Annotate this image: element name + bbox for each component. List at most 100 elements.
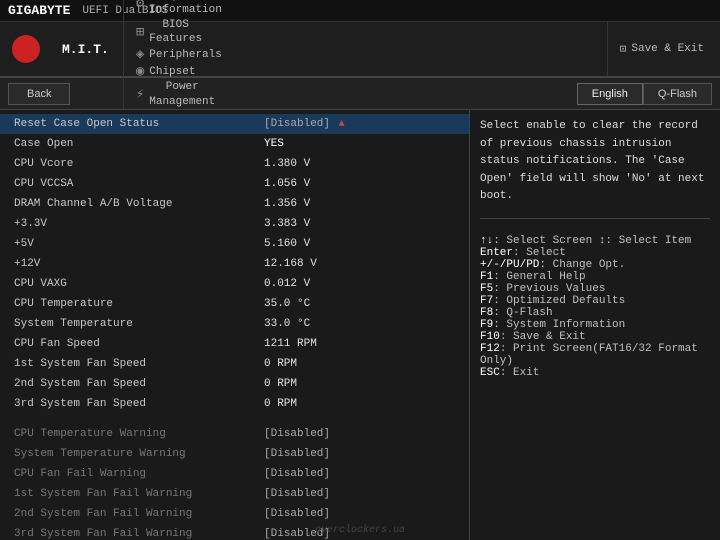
nav-item-peripherals[interactable]: ◈ Peripherals bbox=[123, 46, 234, 63]
shortcut-key: F8 bbox=[480, 307, 493, 319]
settings-panel: Reset Case Open Status [Disabled] ▲Case … bbox=[0, 110, 470, 540]
shortcut-desc: : System Information bbox=[493, 319, 625, 331]
setting-label: Reset Case Open Status bbox=[14, 118, 254, 130]
setting-label: +3.3V bbox=[14, 218, 254, 230]
shortcut-key: ESC bbox=[480, 367, 500, 379]
setting-value: 3.383 V bbox=[254, 218, 459, 230]
shortcut-desc: : Change Opt. bbox=[539, 259, 625, 271]
help-panel: Select enable to clear the record of pre… bbox=[470, 110, 720, 540]
shortcut-line: ESC: Exit bbox=[480, 367, 710, 379]
setting-row[interactable]: CPU Temperature Warning [Disabled] bbox=[0, 424, 469, 444]
language-button[interactable]: English bbox=[577, 83, 643, 105]
setting-value: YES bbox=[254, 138, 459, 150]
setting-value: 0.012 V bbox=[254, 278, 459, 290]
shortcut-key: F9 bbox=[480, 319, 493, 331]
setting-row[interactable]: DRAM Channel A/B Voltage 1.356 V bbox=[0, 194, 469, 214]
setting-row[interactable]: 2nd System Fan Speed 0 RPM bbox=[0, 374, 469, 394]
setting-label: Case Open bbox=[14, 138, 254, 150]
setting-row[interactable]: CPU Fan Speed 1211 RPM bbox=[0, 334, 469, 354]
shortcut-key: F5 bbox=[480, 283, 493, 295]
setting-label: 1st System Fan Fail Warning bbox=[14, 488, 254, 500]
back-button[interactable]: Back bbox=[8, 83, 70, 105]
main-content: Reset Case Open Status [Disabled] ▲Case … bbox=[0, 110, 720, 540]
shortcut-key: Enter bbox=[480, 247, 513, 259]
setting-row[interactable]: Case Open YES bbox=[0, 134, 469, 154]
setting-label: CPU Temperature bbox=[14, 298, 254, 310]
save-icon: ⊡ bbox=[620, 42, 627, 56]
help-description: Select enable to clear the record of pre… bbox=[480, 118, 710, 219]
setting-label: CPU Fan Speed bbox=[14, 338, 254, 350]
setting-label: 3rd System Fan Speed bbox=[14, 398, 254, 410]
setting-label: 1st System Fan Speed bbox=[14, 358, 254, 370]
setting-row[interactable]: CPU Vcore 1.380 V bbox=[0, 154, 469, 174]
shortcut-desc: : Optimized Defaults bbox=[493, 295, 625, 307]
nav-label-bios-features: BIOSFeatures bbox=[149, 18, 202, 47]
setting-row[interactable]: CPU VCCSA 1.056 V bbox=[0, 174, 469, 194]
nav-item-power-mgmt[interactable]: ⚡ PowerManagement bbox=[123, 80, 234, 109]
secondbar: Back English Q-Flash bbox=[0, 78, 720, 110]
spacer-row bbox=[0, 414, 469, 424]
setting-row[interactable]: 1st System Fan Speed 0 RPM bbox=[0, 354, 469, 374]
setting-row[interactable]: +3.3V 3.383 V bbox=[0, 214, 469, 234]
setting-label: 2nd System Fan Speed bbox=[14, 378, 254, 390]
shortcut-desc: : Print Screen(FAT16/32 Format Only) bbox=[480, 343, 698, 367]
nav-icon-bios-features: ⊞ bbox=[136, 24, 144, 41]
setting-row[interactable]: CPU Fan Fail Warning [Disabled] bbox=[0, 464, 469, 484]
setting-row[interactable]: +5V 5.160 V bbox=[0, 234, 469, 254]
setting-row[interactable]: System Temperature 33.0 °C bbox=[0, 314, 469, 334]
setting-value: 0 RPM bbox=[254, 398, 459, 410]
nav-label-chipset: Chipset bbox=[149, 65, 195, 79]
setting-value: 0 RPM bbox=[254, 358, 459, 370]
shortcut-line: F8: Q-Flash bbox=[480, 307, 710, 319]
setting-row[interactable]: CPU VAXG 0.012 V bbox=[0, 274, 469, 294]
setting-row[interactable]: 1st System Fan Fail Warning [Disabled] bbox=[0, 484, 469, 504]
watermark: overclockers.ua bbox=[0, 525, 720, 536]
nav-label-system-info: SystemInformation bbox=[149, 0, 222, 18]
shortcut-line: F5: Previous Values bbox=[480, 283, 710, 295]
nav-icon-chipset: ◉ bbox=[136, 63, 144, 80]
nav-icon-power-mgmt: ⚡ bbox=[136, 86, 144, 103]
setting-value: [Disabled] ▲ bbox=[254, 118, 459, 130]
shortcut-line: F9: System Information bbox=[480, 319, 710, 331]
setting-row[interactable]: 3rd System Fan Speed 0 RPM bbox=[0, 394, 469, 414]
shortcut-key: F10 bbox=[480, 331, 500, 343]
shortcut-line: F7: Optimized Defaults bbox=[480, 295, 710, 307]
setting-value: [Disabled] bbox=[254, 488, 459, 500]
nav-item-system-info[interactable]: ⚙ SystemInformation bbox=[123, 0, 234, 18]
setting-label: System Temperature bbox=[14, 318, 254, 330]
nav-item-mit[interactable]: M.I.T. bbox=[48, 22, 123, 76]
setting-label: CPU Fan Fail Warning bbox=[14, 468, 254, 480]
shortcut-desc: : Select Screen ↕: Select Item bbox=[493, 235, 691, 247]
nav-item-bios-features[interactable]: ⊞ BIOSFeatures bbox=[123, 18, 234, 47]
nav-icon-peripherals: ◈ bbox=[136, 46, 144, 63]
topbar: GIGABYTE UEFI DualBIOS bbox=[0, 0, 720, 22]
shortcut-key: +/-/PU/PD bbox=[480, 259, 539, 271]
shortcut-key: F12 bbox=[480, 343, 500, 355]
shortcut-key: F7 bbox=[480, 295, 493, 307]
setting-row[interactable]: CPU Temperature 35.0 °C bbox=[0, 294, 469, 314]
setting-row[interactable]: 2nd System Fan Fail Warning [Disabled] bbox=[0, 504, 469, 524]
shortcut-desc: : General Help bbox=[493, 271, 585, 283]
setting-value: [Disabled] bbox=[254, 428, 459, 440]
scroll-indicator: ▲ bbox=[339, 119, 345, 130]
setting-label: CPU VAXG bbox=[14, 278, 254, 290]
shortcut-line: F10: Save & Exit bbox=[480, 331, 710, 343]
setting-label: CPU Vcore bbox=[14, 158, 254, 170]
setting-row[interactable]: +12V 12.168 V bbox=[0, 254, 469, 274]
setting-row[interactable]: System Temperature Warning [Disabled] bbox=[0, 444, 469, 464]
setting-label: +5V bbox=[14, 238, 254, 250]
nav-item-chipset[interactable]: ◉ Chipset bbox=[123, 63, 234, 80]
nav-label-peripherals: Peripherals bbox=[149, 48, 222, 62]
shortcut-line: ↑↓: Select Screen ↕: Select Item bbox=[480, 235, 710, 247]
setting-label: +12V bbox=[14, 258, 254, 270]
setting-row[interactable]: Reset Case Open Status [Disabled] ▲ bbox=[0, 114, 469, 134]
setting-value: 1.356 V bbox=[254, 198, 459, 210]
nav-save-exit[interactable]: ⊡ Save & Exit bbox=[607, 22, 716, 76]
brand-label: GIGABYTE bbox=[8, 3, 70, 18]
setting-label: System Temperature Warning bbox=[14, 448, 254, 460]
nav-icon-system-info: ⚙ bbox=[136, 0, 144, 12]
setting-value: 12.168 V bbox=[254, 258, 459, 270]
shortcut-desc: : Select bbox=[513, 247, 566, 259]
settings-list: Reset Case Open Status [Disabled] ▲Case … bbox=[0, 114, 469, 540]
qflash-button[interactable]: Q-Flash bbox=[643, 83, 712, 105]
